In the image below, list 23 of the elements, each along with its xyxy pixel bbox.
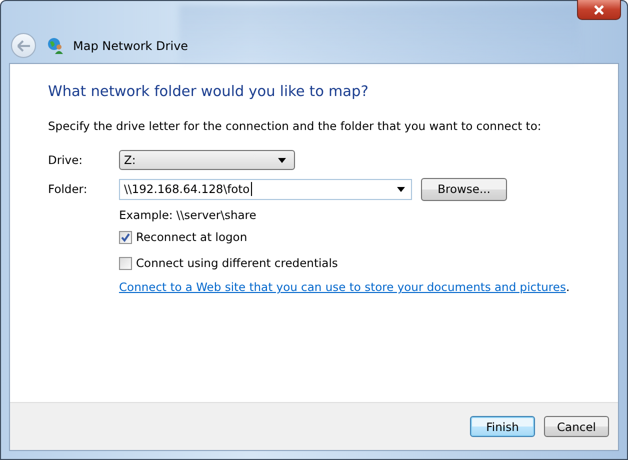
folder-field[interactable]: \\192.168.64.128\foto [119, 178, 412, 200]
period-text: . [566, 280, 570, 294]
checkbox[interactable] [119, 256, 132, 270]
folder-label: Folder: [48, 182, 88, 196]
dialog-button[interactable]: Finish [470, 416, 535, 437]
drive-label: Drive: [48, 153, 84, 167]
dialog-button[interactable]: Cancel [544, 416, 609, 437]
close-button[interactable] [577, 0, 621, 20]
dropdown-arrow-icon [278, 158, 286, 162]
close-icon [593, 4, 605, 14]
network-drive-icon [47, 36, 65, 54]
checkbox-label: Connect using different credentials [136, 256, 338, 270]
window-title: Map Network Drive [73, 38, 188, 52]
checkbox-label: Reconnect at logon [136, 230, 248, 244]
drive-dropdown[interactable]: Z: [119, 150, 295, 170]
browse-button[interactable]: Browse... [421, 178, 507, 200]
instruction-text: Specify the drive letter for the connection and the folder that you want to connect to: [48, 119, 542, 133]
main-instruction: What network folder would you like to map? [48, 84, 370, 100]
back-arrow-icon [16, 40, 30, 52]
example-text: Example: \\server\share [119, 208, 258, 224]
checkbox[interactable] [119, 230, 132, 244]
web-site-link[interactable]: Connect to a Web site that you can use to store your documents and pictures [119, 280, 566, 294]
dropdown-arrow-icon [397, 186, 405, 192]
